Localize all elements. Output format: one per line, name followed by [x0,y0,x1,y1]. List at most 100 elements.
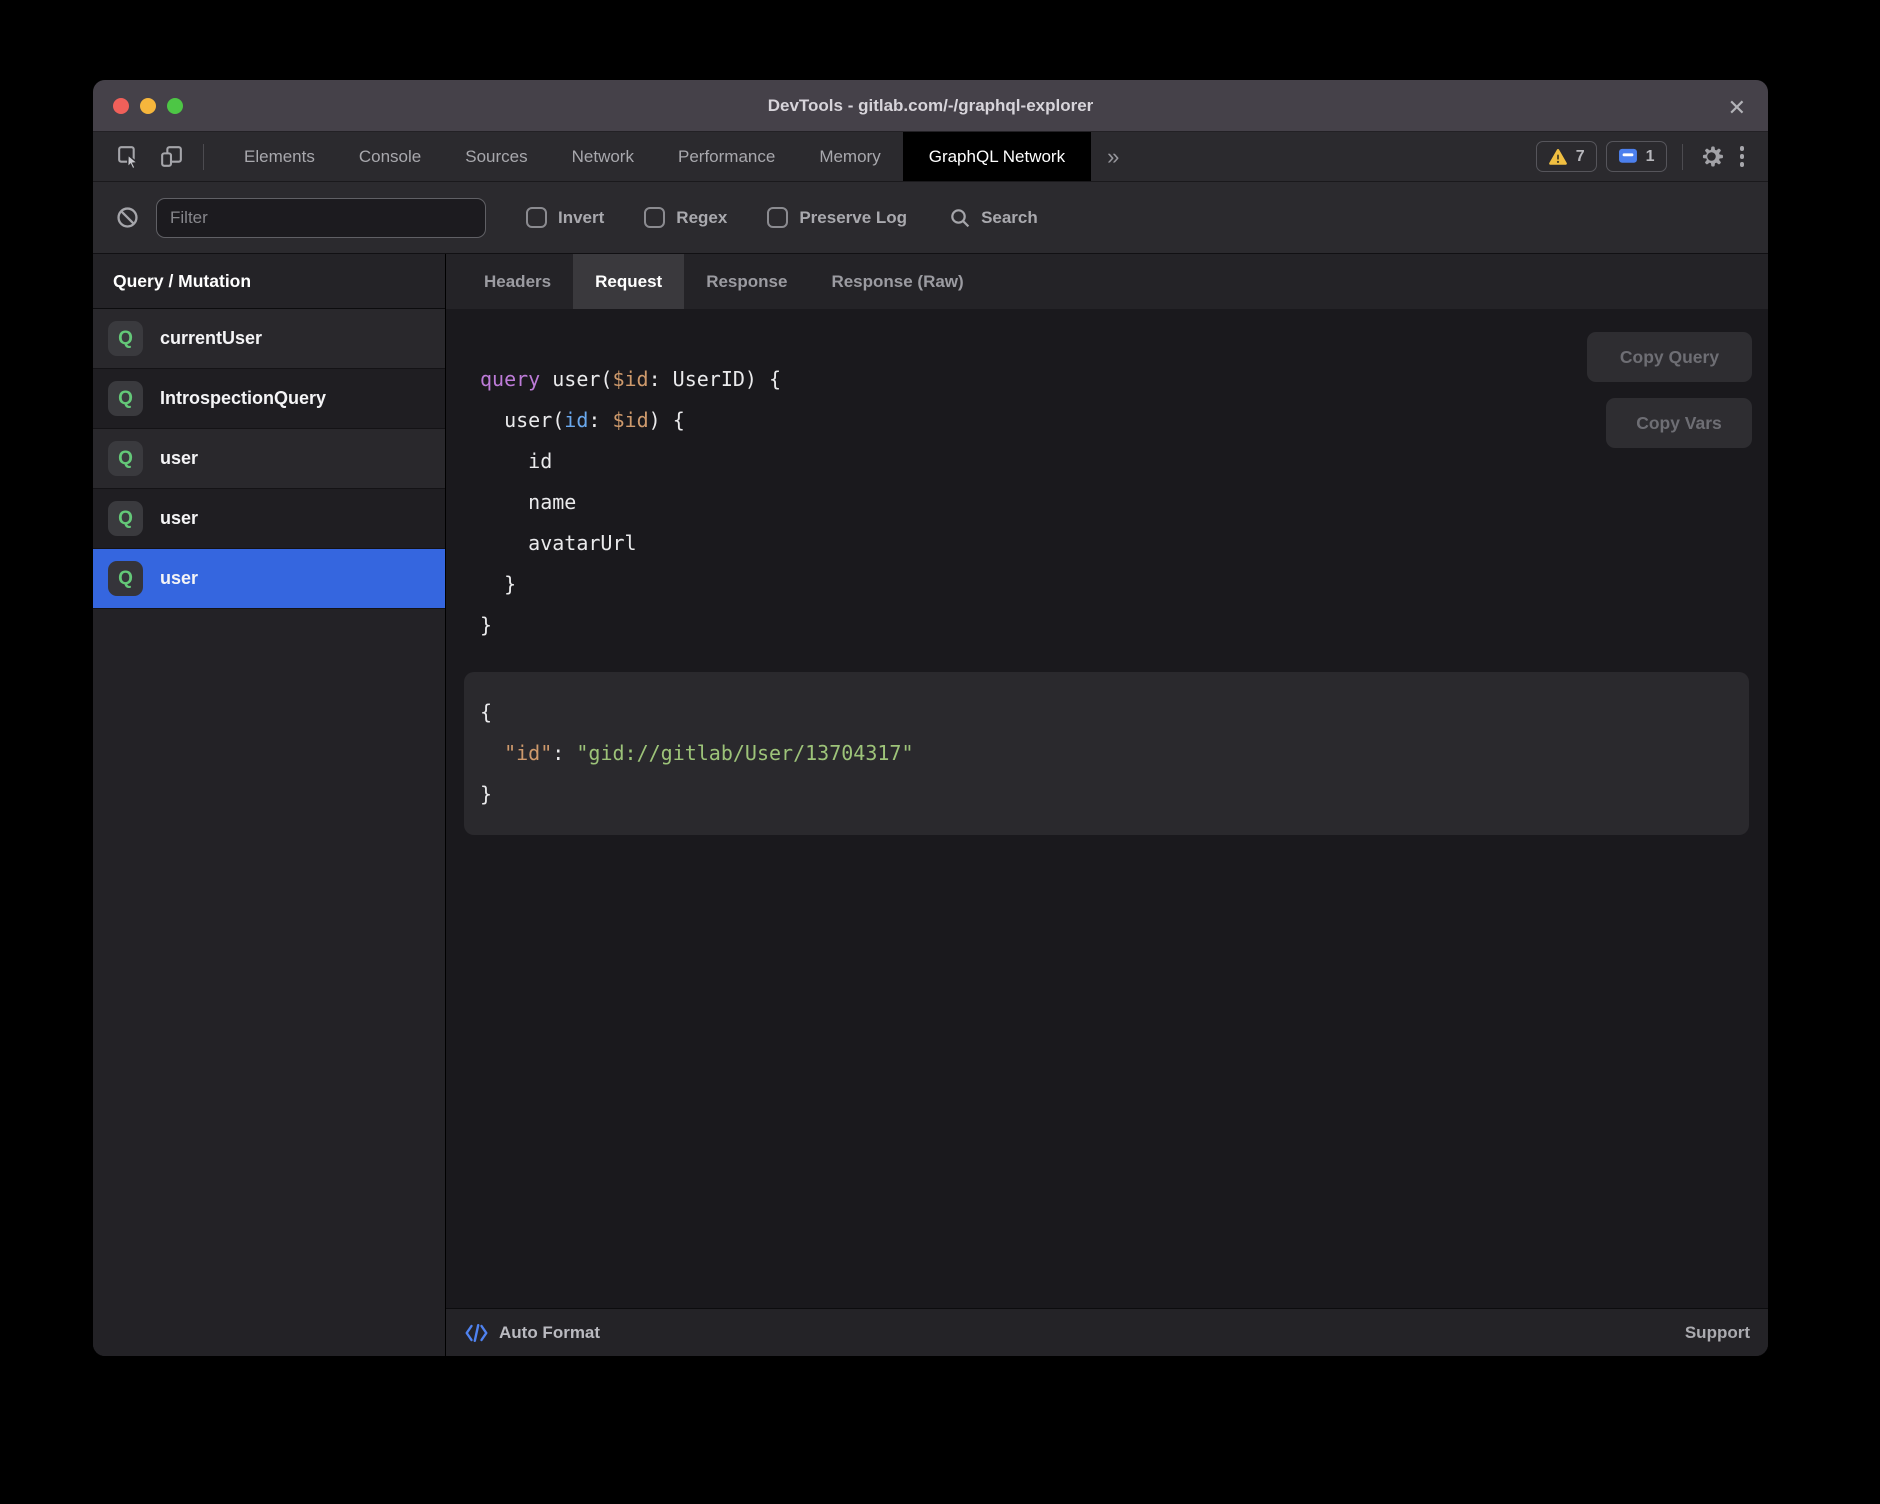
request-panel-body: query user($id: UserID) { user(id: $id) … [446,309,1768,1308]
devtools-tab[interactable]: Sources [443,132,549,181]
device-toolbar-icon[interactable] [158,143,185,170]
code-segment: ) { [649,408,685,432]
search-label: Search [981,208,1038,228]
code-line: "id": "gid://gitlab/User/13704317" [480,733,1749,774]
copy-query-button[interactable]: Copy Query [1587,332,1752,382]
toolbar-right-icons: 7 1 [1536,132,1768,181]
close-panel-icon[interactable]: ✕ [1722,80,1752,135]
code-segment: : [552,741,576,765]
toolbar-separator [203,144,204,170]
query-type-badge: Q [108,441,143,476]
query-name: currentUser [160,328,262,349]
code-segment: id [564,408,588,432]
checkbox-box[interactable] [767,207,788,228]
search-control[interactable]: Search [949,207,1038,229]
sidebar-header: Query / Mutation [93,254,445,309]
devtools-tab[interactable]: Network [550,132,656,181]
code-segment: id [480,449,552,473]
devtools-toolbar: Elements Console Sources Network Perform… [93,132,1768,182]
code-segment: } [480,782,492,806]
window-title: DevTools - gitlab.com/-/graphql-explorer [93,80,1768,132]
query-list-item[interactable]: Q IntrospectionQuery [93,369,445,429]
kebab-menu-icon[interactable] [1734,146,1751,167]
desktop-background: { "window": { "title": "DevTools - gitla… [0,0,1880,1504]
query-type-badge: Q [108,501,143,536]
query-type-badge: Q [108,321,143,356]
query-type-badge: Q [108,561,143,596]
code-line: query user($id: UserID) { [480,359,1768,400]
toolbar-left-icons [93,132,185,181]
code-segment [480,741,504,765]
code-segment: avatarUrl [480,531,637,555]
checkbox-box[interactable] [644,207,665,228]
code-segment: query [480,367,540,391]
maximize-window-button[interactable] [167,98,183,114]
request-variables-code: { "id": "gid://gitlab/User/13704317"} [480,692,1749,815]
query-list-item[interactable]: Q currentUser [93,309,445,369]
code-line: { [480,692,1749,733]
query-name: IntrospectionQuery [160,388,326,409]
code-line: user(id: $id) { [480,400,1768,441]
request-variables-box: { "id": "gid://gitlab/User/13704317"} [464,672,1749,835]
devtools-tab[interactable]: Performance [656,132,797,181]
devtools-tab[interactable]: GraphQL Network [903,132,1091,181]
query-name: user [160,568,198,589]
checkbox-label: Regex [676,208,727,228]
code-line: avatarUrl [480,523,1768,564]
close-window-button[interactable] [113,98,129,114]
code-segment: name [480,490,576,514]
devtools-window: DevTools - gitlab.com/-/graphql-explorer [93,80,1768,1356]
detail-panel: Headers Request Response Response (Raw) … [446,254,1768,1356]
code-segment: user( [480,408,564,432]
titlebar: DevTools - gitlab.com/-/graphql-explorer [93,80,1768,132]
code-segment: { [480,700,492,724]
query-name: user [160,508,198,529]
traffic-lights [113,80,183,132]
code-line: } [480,605,1768,646]
sidebar-empty-area [93,609,445,1356]
code-segment: $id [612,367,648,391]
devtools-tab[interactable]: Memory [797,132,902,181]
filter-bar: Invert Regex Preserve Log S [93,182,1768,254]
devtools-tab[interactable]: Elements [222,132,337,181]
detail-tab[interactable]: Response (Raw) [809,254,985,309]
detail-tab[interactable]: Request [573,254,684,309]
query-name: user [160,448,198,469]
query-list-item[interactable]: Q user [93,549,445,609]
detail-tab-strip: Headers Request Response Response (Raw) [446,254,1768,309]
issues-badge[interactable]: 1 [1606,141,1667,172]
devtools-tab[interactable]: Console [337,132,443,181]
clear-block-icon[interactable] [115,205,140,230]
inspect-element-icon[interactable] [115,143,142,170]
checkbox-box[interactable] [526,207,547,228]
message-icon [1618,148,1638,165]
filter-checkbox-group[interactable]: Invert [526,207,604,228]
search-icon [949,207,971,229]
filter-checkbox-group[interactable]: Preserve Log [767,207,907,228]
code-segment: "id" [504,741,552,765]
copy-vars-button[interactable]: Copy Vars [1606,398,1752,448]
code-line: } [480,774,1749,815]
code-line: } [480,564,1768,605]
settings-gear-icon[interactable] [1698,143,1725,170]
minimize-window-button[interactable] [140,98,156,114]
main-content: Query / Mutation Q currentUser Q Introsp… [93,254,1768,1356]
auto-format-button[interactable]: Auto Format [464,1323,600,1343]
query-sidebar: Query / Mutation Q currentUser Q Introsp… [93,254,446,1356]
support-link[interactable]: Support [1685,1323,1750,1343]
code-segment: } [480,572,516,596]
detail-tab[interactable]: Response [684,254,809,309]
checkbox-label: Preserve Log [799,208,907,228]
code-segment: : UserID) { [649,367,781,391]
query-list: Q currentUser Q IntrospectionQuery Q use… [93,309,445,609]
code-segment: $id [612,408,648,432]
filter-input[interactable] [156,198,486,238]
filter-checkbox-group[interactable]: Regex [644,207,727,228]
detail-tab[interactable]: Headers [462,254,573,309]
warnings-badge[interactable]: 7 [1536,141,1597,172]
more-tabs-button[interactable]: » [1091,132,1135,181]
code-line: id [480,441,1768,482]
query-list-item[interactable]: Q user [93,429,445,489]
query-list-item[interactable]: Q user [93,489,445,549]
code-line: name [480,482,1768,523]
